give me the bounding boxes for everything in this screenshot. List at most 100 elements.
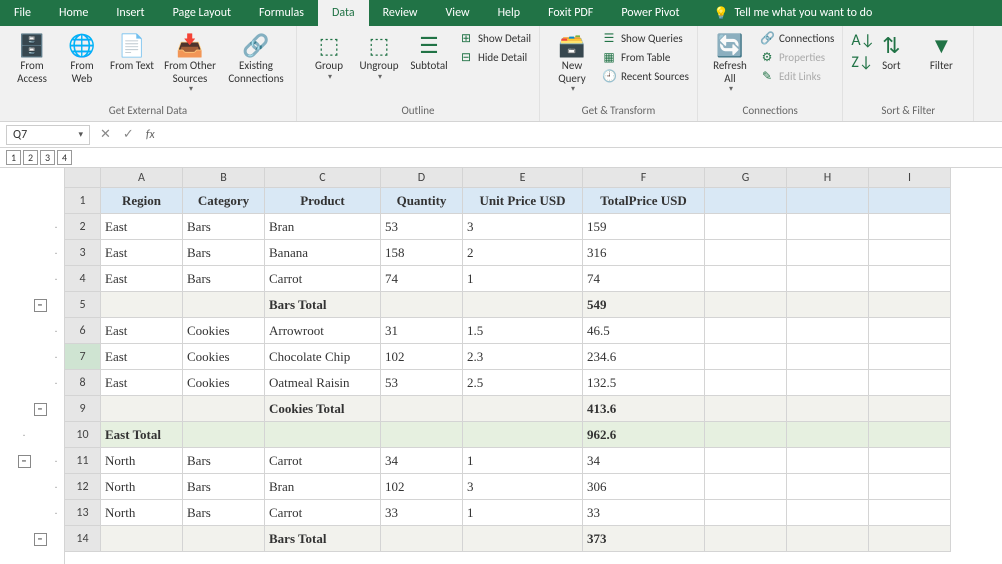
cell[interactable]: Carrot xyxy=(265,448,381,474)
cell[interactable]: East Total xyxy=(101,422,183,448)
cell[interactable] xyxy=(183,422,265,448)
ungroup-button[interactable]: ⬚Ungroup▾ xyxy=(355,30,403,82)
row-header[interactable]: 9 xyxy=(65,396,101,422)
filter-button[interactable]: ▼Filter xyxy=(917,30,965,73)
show-detail-button[interactable]: ⊞Show Detail xyxy=(459,30,531,47)
cell[interactable] xyxy=(101,526,183,552)
cell[interactable] xyxy=(787,474,869,500)
cell[interactable] xyxy=(787,214,869,240)
cell[interactable]: Carrot xyxy=(265,500,381,526)
col-header-G[interactable]: G xyxy=(705,168,787,188)
cell[interactable] xyxy=(869,370,951,396)
col-header-C[interactable]: C xyxy=(265,168,381,188)
cell[interactable] xyxy=(869,526,951,552)
row-header[interactable]: 4 xyxy=(65,266,101,292)
cell[interactable] xyxy=(705,214,787,240)
cell[interactable] xyxy=(869,474,951,500)
cell[interactable]: Product xyxy=(265,188,381,214)
cell[interactable]: 74 xyxy=(583,266,705,292)
cell[interactable]: 3 xyxy=(463,214,583,240)
cell[interactable] xyxy=(787,292,869,318)
from-text-button[interactable]: 📄From Text xyxy=(108,30,156,73)
group-button[interactable]: ⬚Group▾ xyxy=(305,30,353,82)
cell[interactable]: Bars xyxy=(183,474,265,500)
outline-collapse-button[interactable]: − xyxy=(34,299,47,312)
cell[interactable]: Oatmeal Raisin xyxy=(265,370,381,396)
connections-button[interactable]: 🔗Connections xyxy=(760,30,834,47)
cell[interactable] xyxy=(787,344,869,370)
cell[interactable]: Cookies xyxy=(183,370,265,396)
cell[interactable]: Bran xyxy=(265,474,381,500)
name-box[interactable]: Q7▾ xyxy=(6,125,90,145)
cell[interactable] xyxy=(101,292,183,318)
cell[interactable]: Bars Total xyxy=(265,526,381,552)
cell[interactable]: 1 xyxy=(463,448,583,474)
cell[interactable] xyxy=(381,526,463,552)
cell[interactable]: 3 xyxy=(463,474,583,500)
cancel-formula-button[interactable]: ✕ xyxy=(94,127,117,142)
outline-collapse-button[interactable]: − xyxy=(34,533,47,546)
tab-powerpivot[interactable]: Power Pivot xyxy=(607,0,693,26)
cell[interactable]: Bran xyxy=(265,214,381,240)
cell[interactable]: 962.6 xyxy=(583,422,705,448)
cell[interactable] xyxy=(787,266,869,292)
cell[interactable] xyxy=(381,396,463,422)
cell[interactable] xyxy=(101,396,183,422)
from-other-sources-button[interactable]: 📥From Other Sources▾ xyxy=(158,30,222,94)
cell[interactable]: 132.5 xyxy=(583,370,705,396)
sort-za-button[interactable]: Z↓ xyxy=(851,52,865,73)
cell[interactable] xyxy=(381,292,463,318)
cell[interactable] xyxy=(183,526,265,552)
cell[interactable]: 2.3 xyxy=(463,344,583,370)
outline-collapse-button[interactable]: − xyxy=(18,455,31,468)
row-header[interactable]: 10 xyxy=(65,422,101,448)
cell[interactable] xyxy=(869,292,951,318)
cell[interactable] xyxy=(869,188,951,214)
cell[interactable] xyxy=(183,396,265,422)
cell[interactable] xyxy=(787,422,869,448)
cell[interactable]: 413.6 xyxy=(583,396,705,422)
row-header[interactable]: 1 xyxy=(65,188,101,214)
cell[interactable] xyxy=(869,396,951,422)
cell[interactable] xyxy=(705,240,787,266)
cell[interactable]: 34 xyxy=(583,448,705,474)
cell[interactable] xyxy=(787,188,869,214)
cell[interactable]: 1.5 xyxy=(463,318,583,344)
show-queries-button[interactable]: ☰Show Queries xyxy=(602,30,689,47)
cell[interactable] xyxy=(787,526,869,552)
row-header[interactable]: 7 xyxy=(65,344,101,370)
sort-az-button[interactable]: A↓ xyxy=(851,30,865,51)
cell[interactable] xyxy=(463,292,583,318)
hide-detail-button[interactable]: ⊟Hide Detail xyxy=(459,49,531,66)
cell[interactable] xyxy=(869,448,951,474)
tab-formulas[interactable]: Formulas xyxy=(245,0,318,26)
tab-file[interactable]: File xyxy=(0,0,45,26)
cell[interactable]: Cookies xyxy=(183,318,265,344)
cell[interactable]: Bars xyxy=(183,240,265,266)
tab-help[interactable]: Help xyxy=(484,0,535,26)
cell[interactable]: 102 xyxy=(381,344,463,370)
cell[interactable]: 234.6 xyxy=(583,344,705,370)
col-header-D[interactable]: D xyxy=(381,168,463,188)
tab-insert[interactable]: Insert xyxy=(102,0,158,26)
cell[interactable] xyxy=(869,500,951,526)
col-header-E[interactable]: E xyxy=(463,168,583,188)
cell[interactable]: 53 xyxy=(381,214,463,240)
tab-view[interactable]: View xyxy=(432,0,484,26)
cell[interactable] xyxy=(787,500,869,526)
cell[interactable]: Bars xyxy=(183,448,265,474)
row-header[interactable]: 2 xyxy=(65,214,101,240)
select-all-corner[interactable] xyxy=(65,168,101,188)
cell[interactable]: 34 xyxy=(381,448,463,474)
cell[interactable] xyxy=(463,526,583,552)
sort-button[interactable]: ⇅Sort xyxy=(867,30,915,73)
cell[interactable] xyxy=(787,240,869,266)
cell[interactable] xyxy=(705,422,787,448)
cell[interactable]: Region xyxy=(101,188,183,214)
cell[interactable]: 306 xyxy=(583,474,705,500)
cell[interactable]: Chocolate Chip xyxy=(265,344,381,370)
cell[interactable]: 102 xyxy=(381,474,463,500)
fx-icon[interactable]: fx xyxy=(140,128,161,142)
cell[interactable] xyxy=(463,396,583,422)
cell[interactable]: North xyxy=(101,500,183,526)
